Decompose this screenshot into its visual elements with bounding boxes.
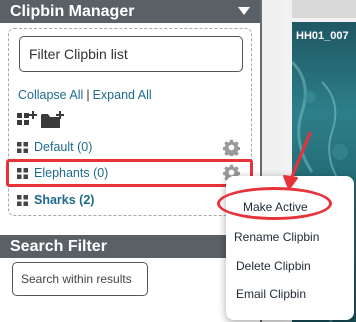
thumbnail-top-strip [292, 0, 356, 18]
menu-item-delete-clipbin[interactable]: Delete Clipbin [236, 259, 311, 273]
menu-item-email-clipbin[interactable]: Email Clipbin [236, 287, 306, 301]
add-folder-icon[interactable] [41, 111, 65, 129]
clipbin-item-label: Elephants (0) [34, 166, 109, 180]
link-separator: | [86, 88, 90, 102]
menu-item-make-active[interactable]: Make Active [243, 200, 308, 214]
clipbin-manager-title: Clipbin Manager [10, 3, 135, 20]
clipbin-item-label: Default (0) [34, 140, 93, 154]
collapse-all-link[interactable]: Collapse All [18, 88, 83, 102]
thumbnail-label: HH01_007 [296, 30, 349, 42]
search-filter-title: Search Filter [10, 238, 107, 255]
clipbin-item-label: Sharks (2) [34, 193, 95, 207]
clipbin-grid-icon [17, 142, 28, 153]
clipbin-grid-icon [17, 195, 28, 206]
add-clipbin-icon[interactable] [17, 111, 37, 129]
filter-clipbin-input[interactable] [19, 36, 243, 72]
gear-icon[interactable] [223, 139, 240, 156]
search-within-results-input[interactable] [12, 262, 148, 296]
clipbin-context-menu: Make Active Rename Clipbin Delete Clipbi… [226, 176, 354, 320]
expand-all-link[interactable]: Expand All [93, 88, 152, 102]
clipbin-grid-icon [17, 168, 28, 179]
search-filter-header[interactable]: Search Filter [0, 235, 260, 258]
left-sidebar: Clipbin Manager Collapse All|Expand All … [0, 0, 260, 322]
collapse-expand-links: Collapse All | Expand All [18, 88, 152, 102]
collapse-triangle-icon[interactable] [238, 7, 250, 15]
clipbin-manager-header[interactable]: Clipbin Manager [0, 0, 260, 23]
menu-item-rename-clipbin[interactable]: Rename Clipbin [234, 230, 319, 244]
